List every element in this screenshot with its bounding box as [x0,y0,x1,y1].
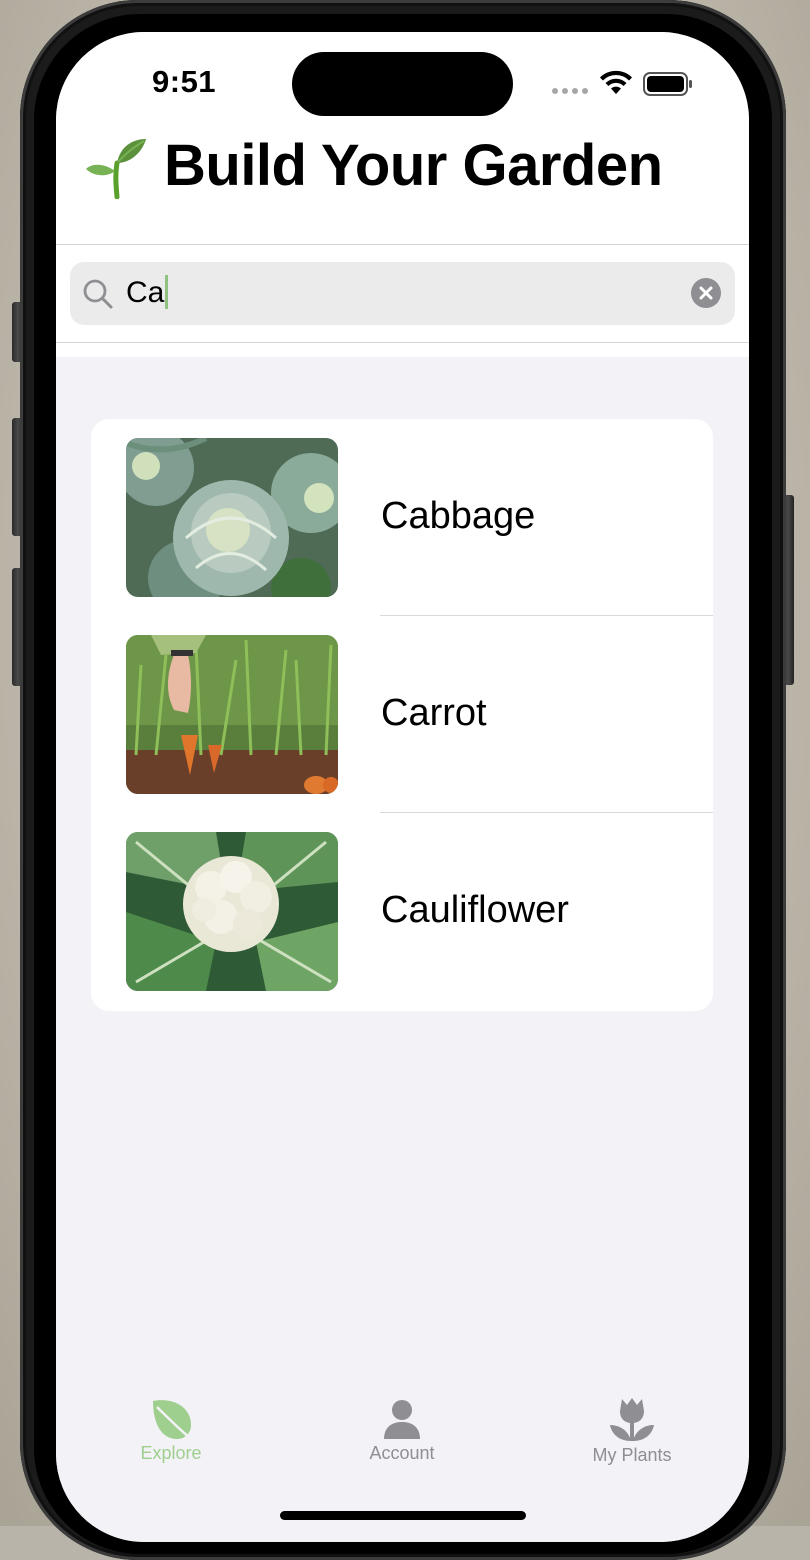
list-item-cauliflower[interactable]: Cauliflower [91,813,713,1010]
tab-my-plants-label: My Plants [592,1445,672,1465]
tab-my-plants[interactable]: My Plants [542,1397,722,1466]
status-time: 9:51 [152,64,217,99]
tab-account[interactable]: Account [312,1397,492,1464]
clear-search-button[interactable] [691,278,721,308]
list-item-label: Cauliflower [381,889,569,931]
wifi-icon [600,70,632,94]
search-input[interactable]: Ca [126,275,169,311]
text-caret [165,275,169,310]
list-item-label: Carrot [381,692,487,734]
tab-explore[interactable]: Explore [81,1397,261,1464]
list-item-label: Cabbage [381,495,536,537]
app-screen: 9:51 Build Your Garden Ca Cabbage Carrot… [56,32,749,1542]
search-bar[interactable]: Ca [70,262,735,325]
search-icon [83,279,113,309]
list-item-carrot[interactable]: Carrot [91,616,713,813]
person-icon [384,1400,420,1439]
header-divider [56,244,749,245]
cabbage-photo [126,438,338,597]
tulip-icon [610,1398,654,1441]
tab-explore-label: Explore [140,1443,202,1463]
home-indicator[interactable] [280,1511,526,1520]
cauliflower-photo [126,832,338,991]
header-area: 9:51 Build Your Garden Ca [56,32,749,357]
battery-icon [643,72,692,96]
sprout-icon [86,138,146,199]
cellular-signal-icon [552,88,588,94]
dynamic-island [292,52,513,116]
tab-account-label: Account [369,1443,435,1463]
list-item-cabbage[interactable]: Cabbage [91,419,713,616]
results-list: Cabbage Carrot Cauliflower [91,419,713,1011]
leaf-icon [153,1400,192,1440]
title-row: Build Your Garden [84,132,663,199]
search-divider [56,342,749,343]
page-title: Build Your Garden [164,133,663,198]
carrot-photo [126,635,338,794]
search-input-value: Ca [126,276,165,309]
clear-icon [699,286,713,300]
